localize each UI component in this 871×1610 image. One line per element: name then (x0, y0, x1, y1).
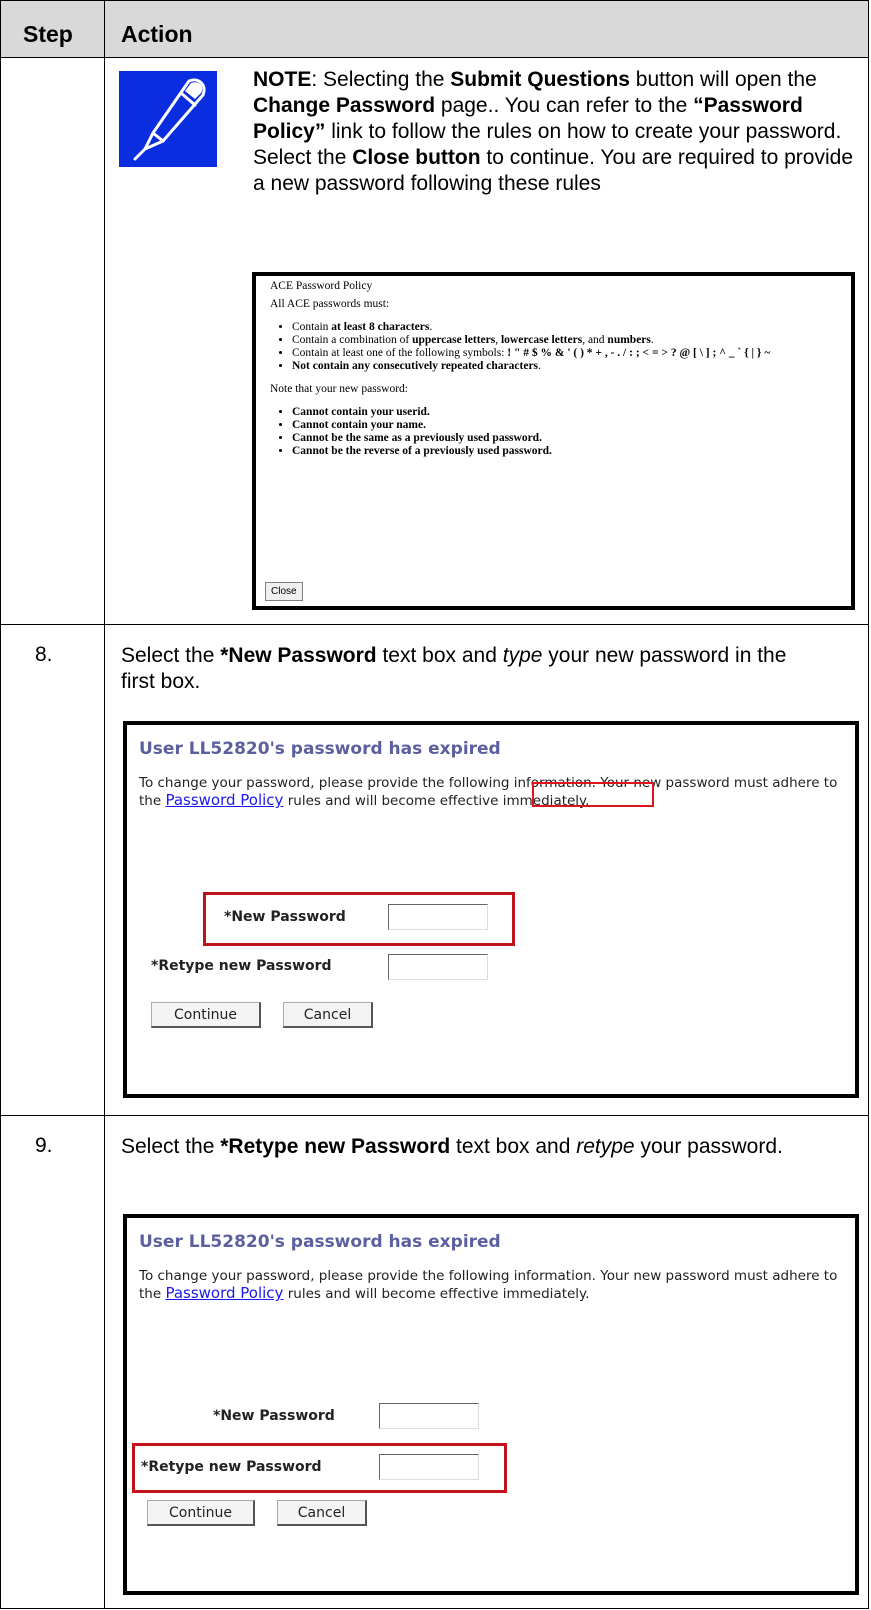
step-instruction: Select the *New Password text box and ty… (121, 644, 787, 693)
instruction-table: Step Action NOTE: Selecting the Submit Q… (0, 0, 869, 1609)
close-button-label: Close button (352, 146, 481, 169)
cancel-button[interactable]: Cancel (277, 1500, 367, 1526)
step-instruction: Select the *Retype new Password text box… (121, 1135, 783, 1158)
list-item: Cannot be the same as a previously used … (292, 432, 851, 445)
new-password-label: *New Password (213, 1408, 335, 1424)
change-password-screenshot: User LL52820's password has expired To c… (123, 721, 859, 1098)
step-number: 9. (35, 1134, 53, 1157)
form-title: User LL52820's password has expired (139, 739, 501, 759)
new-password-input[interactable] (388, 904, 488, 930)
step-column-header: Step (23, 21, 73, 47)
password-policy-link[interactable]: Password Policy (165, 1284, 283, 1302)
password-policy-screenshot: ACE Password Policy All ACE passwords mu… (252, 272, 855, 610)
row-divider (1, 57, 868, 58)
retype-password-label: *Retype new Password (141, 1459, 322, 1475)
form-title: User LL52820's password has expired (139, 1232, 501, 1252)
action-column-header: Action (121, 21, 193, 47)
note-text-part: page.. You can refer to the (435, 94, 694, 117)
policy-rules: Contain at least 8 characters. Contain a… (270, 321, 851, 373)
row-divider (1, 624, 868, 625)
change-password-screenshot: User LL52820's password has expired To c… (123, 1214, 859, 1595)
link-highlight (532, 782, 654, 807)
column-divider (104, 1, 105, 1608)
continue-button[interactable]: Continue (151, 1002, 261, 1028)
step-number: 8. (35, 643, 53, 666)
form-description: To change your password, please provide … (139, 1268, 838, 1302)
change-password-label: Change Password (253, 94, 436, 117)
list-item: Cannot be the reverse of a previously us… (292, 445, 851, 458)
list-item: Contain at least 8 characters. (292, 321, 851, 334)
pen-icon (119, 71, 217, 167)
note-text-part: : Selecting the (311, 68, 451, 91)
cancel-button[interactable]: Cancel (283, 1002, 373, 1028)
form-description: To change your password, please provide … (139, 775, 838, 809)
policy-restrictions: Cannot contain your userid. Cannot conta… (270, 406, 851, 458)
password-policy-link[interactable]: Password Policy (165, 791, 283, 809)
list-item: Not contain any consecutively repeated c… (292, 360, 851, 373)
retype-password-input[interactable] (388, 954, 488, 980)
list-item: Cannot contain your userid. (292, 406, 851, 419)
list-item: Contain a combination of uppercase lette… (292, 334, 851, 347)
policy-intro: All ACE passwords must: (270, 298, 390, 310)
note-text: NOTE: Selecting the Submit Questions but… (253, 67, 853, 197)
list-item: Cannot contain your name. (292, 419, 851, 432)
policy-note-intro: Note that your new password: (270, 383, 408, 395)
policy-title: ACE Password Policy (270, 280, 373, 292)
close-button[interactable]: Close (265, 582, 303, 601)
note-label: NOTE (253, 68, 312, 91)
retype-password-input[interactable] (379, 1454, 479, 1480)
continue-button[interactable]: Continue (147, 1500, 255, 1526)
new-password-label: *New Password (224, 909, 346, 925)
retype-password-label: *Retype new Password (151, 958, 332, 974)
submit-questions-label: Submit Questions (450, 68, 630, 91)
list-item: Contain at least one of the following sy… (292, 347, 851, 360)
note-text-part: button will open the (629, 68, 817, 91)
new-password-input[interactable] (379, 1403, 479, 1429)
row-divider (1, 1115, 868, 1116)
